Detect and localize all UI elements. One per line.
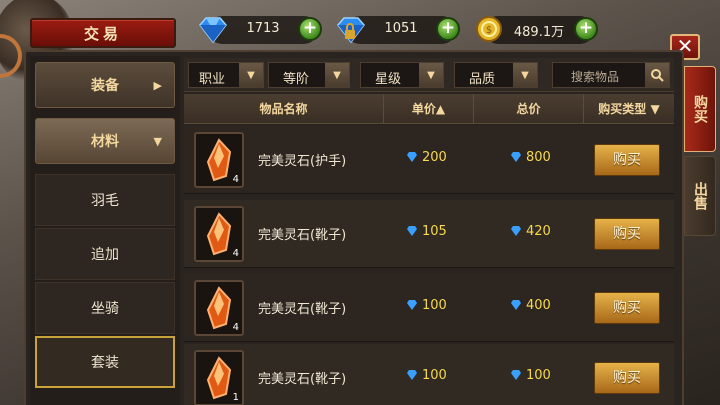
chevron-down-icon: ▼: [513, 63, 537, 87]
total-price: 420: [510, 224, 551, 241]
diamond-icon: [406, 225, 418, 241]
diamond-icon: [510, 369, 522, 385]
diamond-icon: [406, 369, 418, 385]
total-price-value: 400: [526, 298, 551, 313]
buy-button[interactable]: 购买: [594, 144, 660, 176]
search-placeholder: 搜索物品: [571, 70, 620, 84]
item-quantity: 4: [232, 248, 239, 259]
spirit-stone-icon[interactable]: 4: [194, 132, 244, 188]
star-dropdown[interactable]: 星级 ▼: [360, 62, 444, 88]
unit-price-value: 105: [422, 224, 447, 239]
total-price-value: 420: [526, 224, 551, 239]
currency-diamond: 1713 +: [199, 16, 322, 44]
category-materials[interactable]: 材料 ▼: [35, 118, 175, 164]
diamond-icon: [406, 299, 418, 315]
unit-price-value: 200: [422, 150, 447, 165]
table-row: 1 完美灵石(靴子) 100 100 购买: [184, 344, 674, 405]
category-equipment[interactable]: 装备 ▶: [35, 62, 175, 108]
buy-button[interactable]: 购买: [594, 362, 660, 394]
tab-sell-label: 出售: [692, 182, 708, 210]
chevron-down-icon: ▼: [419, 63, 443, 87]
item-name: 完美灵石(靴子): [258, 302, 347, 317]
unit-price: 100: [406, 368, 447, 385]
rank-label: 等阶: [283, 72, 310, 87]
diamond-icon: [510, 151, 522, 167]
currency-locked-diamond: 1051 +: [337, 16, 460, 44]
total-price-value: 100: [526, 368, 551, 383]
diamond-icon: [510, 225, 522, 241]
subcategory-feather[interactable]: 羽毛: [35, 174, 175, 226]
chevron-right-icon: ▶: [153, 78, 162, 92]
search-input[interactable]: 搜索物品: [552, 62, 670, 88]
subcategory-set[interactable]: 套装: [35, 336, 175, 388]
spirit-stone-icon[interactable]: 1: [194, 350, 244, 405]
search-icon[interactable]: [645, 63, 669, 87]
table-row: 4 完美灵石(靴子) 105 420 购买: [184, 200, 674, 268]
top-bar: 交易 1713 + 1051 + $ 489.1万 +: [0, 0, 720, 84]
window-title: 交易: [83, 24, 122, 43]
spirit-stone-icon[interactable]: 4: [194, 206, 244, 262]
chevron-down-icon: ▼: [325, 63, 349, 87]
buy-button[interactable]: 购买: [594, 218, 660, 250]
category-sidebar: 装备 ▶ 材料 ▼ 羽毛 追加 坐骑 套装: [30, 56, 180, 405]
item-name: 完美灵石(靴子): [258, 228, 347, 243]
diamond-icon: [406, 151, 418, 167]
unit-price: 105: [406, 224, 447, 241]
unit-price-value: 100: [422, 368, 447, 383]
filter-bar: 职业 ▼ 等阶 ▼ 星级 ▼ 品质 ▼ 搜索物品: [184, 58, 674, 92]
diamond-icon: [510, 299, 522, 315]
chevron-down-icon: ▼: [153, 134, 162, 148]
star-label: 星级: [375, 72, 402, 87]
subcategory-addition[interactable]: 追加: [35, 228, 175, 280]
unit-price-value: 100: [422, 298, 447, 313]
add-diamond-button[interactable]: +: [298, 17, 322, 41]
rank-dropdown[interactable]: 等阶 ▼: [268, 62, 350, 88]
tab-sell[interactable]: 出售: [684, 156, 716, 236]
add-locked-diamond-button[interactable]: +: [436, 17, 460, 41]
tab-buy-label: 购买: [692, 95, 708, 123]
category-equipment-label: 装备: [91, 78, 119, 94]
unit-price: 100: [406, 298, 447, 315]
currency-gold: $ 489.1万 +: [476, 16, 598, 44]
total-price: 100: [510, 368, 551, 385]
item-quantity: 4: [232, 174, 239, 185]
item-quantity: 1: [232, 392, 239, 403]
item-name: 完美灵石(护手): [258, 154, 347, 169]
quality-dropdown[interactable]: 品质 ▼: [454, 62, 538, 88]
total-price: 800: [510, 150, 551, 167]
item-quantity: 4: [232, 322, 239, 333]
column-name: 物品名称: [184, 94, 384, 124]
profession-dropdown[interactable]: 职业 ▼: [188, 62, 264, 88]
unit-price: 200: [406, 150, 447, 167]
buy-button[interactable]: 购买: [594, 292, 660, 324]
add-gold-button[interactable]: +: [574, 17, 598, 41]
table-row: 4 完美灵石(靴子) 100 400 购买: [184, 274, 674, 342]
subcategory-mount[interactable]: 坐骑: [35, 282, 175, 334]
profession-label: 职业: [199, 72, 226, 87]
category-materials-label: 材料: [91, 134, 119, 150]
item-name: 完美灵石(靴子): [258, 372, 347, 387]
window-title-plate: 交易: [30, 18, 176, 48]
chevron-down-icon: ▼: [239, 63, 263, 87]
quality-label: 品质: [469, 72, 496, 87]
total-price-value: 800: [526, 150, 551, 165]
column-buy-type[interactable]: 购买类型 ▼: [584, 94, 674, 124]
total-price: 400: [510, 298, 551, 315]
spirit-stone-icon[interactable]: 4: [194, 280, 244, 336]
table-header: 物品名称 单价▲ 总价 购买类型 ▼: [184, 94, 674, 124]
column-unit-price[interactable]: 单价▲: [384, 94, 474, 124]
table-row: 4 完美灵石(护手) 200 800 购买: [184, 126, 674, 194]
column-total-price[interactable]: 总价: [474, 94, 584, 124]
tab-buy[interactable]: 购买: [684, 66, 716, 152]
